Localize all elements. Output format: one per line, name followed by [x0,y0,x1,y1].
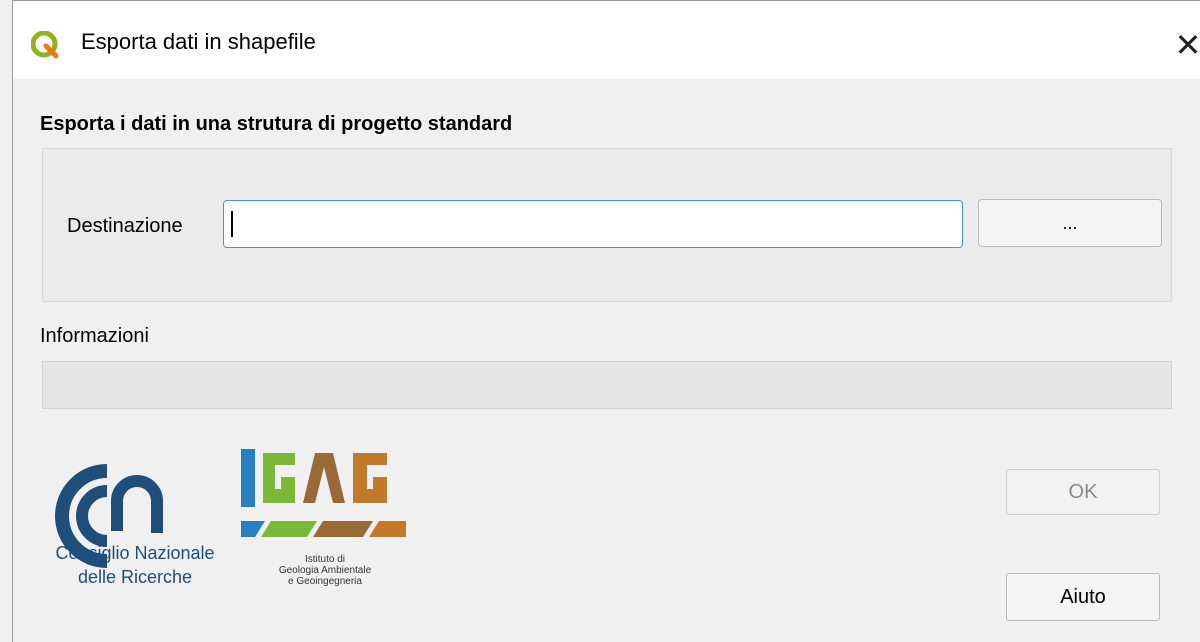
info-field [42,361,1172,409]
title-bar: Esporta dati in shapefile ✕ [13,1,1200,79]
cnr-caption: Consiglio Nazionale delle Ricerche [37,541,233,589]
cnr-caption-line1: Consiglio Nazionale [55,543,215,563]
destination-label: Destinazione [67,215,183,237]
window-title: Esporta dati in shapefile [81,29,316,54]
igag-logo [241,449,406,537]
browse-button[interactable]: ... [978,199,1162,247]
text-caret [231,211,233,237]
igag-caption-line2: Geologia Ambientale [278,565,372,576]
igag-caption: Istituto di Geologia Ambientale e Geoing… [235,554,415,587]
export-dialog: Esporta dati in shapefile ✕ Esporta i da… [12,0,1200,642]
destination-input[interactable] [223,200,963,248]
close-icon: ✕ [1174,27,1200,63]
igag-caption-line3: e Geoingegneria [288,576,362,587]
info-label: Informazioni [40,325,149,347]
section-title: Esporta i dati in una strutura di proget… [40,113,513,135]
help-button[interactable]: Aiuto [1006,573,1160,621]
cnr-caption-line2: delle Ricerche [77,567,193,587]
ok-button[interactable]: OK [1006,469,1160,515]
qgis-icon [31,31,59,59]
igag-caption-line1: Istituto di [304,554,346,565]
close-button[interactable]: ✕ [1164,21,1200,69]
